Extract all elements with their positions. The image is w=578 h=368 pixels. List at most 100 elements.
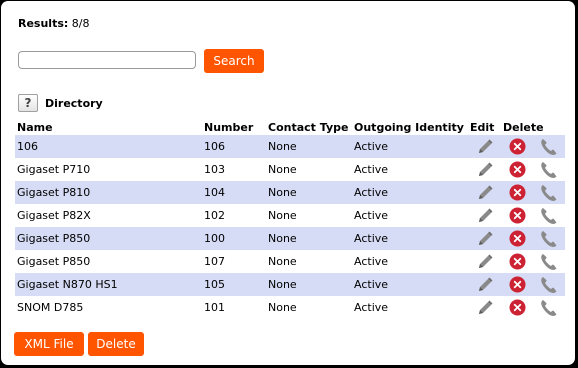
phone-icon[interactable]: [533, 137, 565, 157]
edit-cell: [468, 135, 501, 158]
directory-panel: Results: 8/8 Search ? Directory Name Num…: [1, 1, 575, 365]
table-row: SNOM D785 101 None Active: [15, 296, 565, 319]
row-name: Gigaset P710: [17, 163, 91, 176]
phone-icon[interactable]: [533, 298, 565, 318]
row-name: SNOM D785: [17, 301, 84, 314]
pencil-icon[interactable]: [468, 276, 501, 294]
delete-cell: [501, 204, 533, 227]
row-number: 105: [202, 273, 266, 296]
results-count: Results: 8/8: [18, 17, 90, 30]
delete-cell: [501, 273, 533, 296]
row-outgoing-identity: Active: [354, 301, 389, 314]
header-name[interactable]: Name: [15, 119, 202, 135]
delete-cell: [501, 158, 533, 181]
phone-icon[interactable]: [533, 160, 565, 180]
delete-x-icon[interactable]: [501, 299, 533, 316]
row-outgoing-identity: Active: [354, 163, 389, 176]
call-cell: [533, 204, 565, 227]
table-row: Gigaset P710 103 None Active: [15, 158, 565, 181]
call-cell: [533, 296, 565, 319]
delete-x-icon[interactable]: [501, 207, 533, 224]
table-row: Gigaset P810 104 None Active: [15, 181, 565, 204]
row-outgoing-identity: Active: [352, 181, 468, 204]
pencil-icon[interactable]: [468, 299, 501, 317]
header-edit: Edit: [470, 120, 495, 134]
edit-cell: [468, 296, 501, 319]
row-name: Gigaset P850: [17, 255, 91, 268]
row-name: Gigaset P82X: [17, 209, 91, 222]
pencil-icon[interactable]: [468, 161, 501, 179]
row-outgoing-identity: Active: [354, 209, 389, 222]
pencil-icon[interactable]: [468, 138, 501, 156]
results-label: Results:: [18, 17, 69, 30]
call-cell: [533, 227, 565, 250]
edit-cell: [468, 227, 501, 250]
header-contact-type[interactable]: Contact Type: [266, 119, 352, 135]
table-row: Gigaset N870 HS1 105 None Active: [15, 273, 565, 296]
pencil-icon[interactable]: [468, 207, 501, 225]
edit-cell: [468, 181, 501, 204]
phone-icon[interactable]: [533, 206, 565, 226]
row-name: Gigaset N870 HS1: [15, 273, 202, 296]
call-cell: [533, 135, 565, 158]
delete-cell: [501, 227, 533, 250]
pencil-icon[interactable]: [468, 253, 501, 271]
edit-cell: [468, 250, 501, 273]
xml-file-button[interactable]: XML File: [14, 332, 84, 356]
search-button[interactable]: Search: [204, 49, 264, 73]
pencil-icon[interactable]: [468, 184, 501, 202]
table-row: Gigaset P850 100 None Active: [15, 227, 565, 250]
delete-x-icon[interactable]: [501, 230, 533, 247]
delete-x-icon[interactable]: [501, 138, 533, 155]
header-delete: Delete: [503, 120, 544, 134]
row-contact-type: None: [268, 209, 297, 222]
row-contact-type: None: [266, 273, 352, 296]
edit-cell: [468, 204, 501, 227]
pencil-icon[interactable]: [468, 230, 501, 248]
help-icon[interactable]: ?: [18, 94, 38, 112]
row-number: 102: [204, 209, 225, 222]
row-number: 107: [204, 255, 225, 268]
row-name: Gigaset P850: [15, 227, 202, 250]
delete-cell: [501, 250, 533, 273]
row-number: 103: [204, 163, 225, 176]
phone-icon[interactable]: [533, 183, 565, 203]
edit-cell: [468, 273, 501, 296]
row-contact-type: None: [268, 255, 297, 268]
delete-cell: [501, 135, 533, 158]
row-contact-type: None: [268, 163, 297, 176]
delete-x-icon[interactable]: [501, 161, 533, 178]
row-contact-type: None: [266, 181, 352, 204]
table-row: 106 106 None Active: [15, 135, 565, 158]
row-contact-type: None: [266, 227, 352, 250]
row-outgoing-identity: Active: [352, 273, 468, 296]
row-outgoing-identity: Active: [352, 227, 468, 250]
table-row: Gigaset P82X 102 None Active: [15, 204, 565, 227]
row-name: Gigaset P810: [15, 181, 202, 204]
delete-x-icon[interactable]: [501, 184, 533, 201]
header-outgoing-identity[interactable]: Outgoing Identity: [352, 119, 468, 135]
call-cell: [533, 158, 565, 181]
delete-button[interactable]: Delete: [88, 332, 144, 356]
delete-x-icon[interactable]: [501, 276, 533, 293]
row-outgoing-identity: Active: [352, 135, 468, 158]
phone-icon[interactable]: [533, 252, 565, 272]
phone-icon[interactable]: [533, 229, 565, 249]
search-input[interactable]: [18, 51, 196, 69]
directory-title: Directory: [45, 97, 103, 110]
call-cell: [533, 181, 565, 204]
row-number: 106: [202, 135, 266, 158]
row-contact-type: None: [266, 135, 352, 158]
table-row: Gigaset P850 107 None Active: [15, 250, 565, 273]
directory-table: Name Number Contact Type Outgoing Identi…: [15, 119, 565, 319]
row-number: 100: [202, 227, 266, 250]
phone-icon[interactable]: [533, 275, 565, 295]
delete-cell: [501, 181, 533, 204]
header-number[interactable]: Number: [202, 119, 266, 135]
edit-cell: [468, 158, 501, 181]
delete-cell: [501, 296, 533, 319]
delete-x-icon[interactable]: [501, 253, 533, 270]
call-cell: [533, 273, 565, 296]
call-cell: [533, 250, 565, 273]
table-header-row: Name Number Contact Type Outgoing Identi…: [15, 119, 565, 135]
